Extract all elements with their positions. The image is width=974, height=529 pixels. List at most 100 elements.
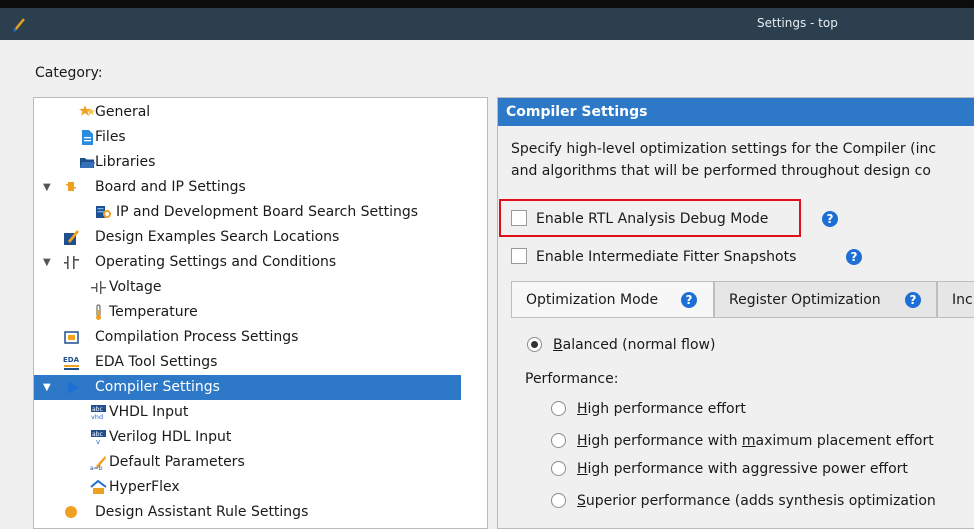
top-strip (0, 0, 974, 8)
tab-register-optimization[interactable]: Register Optimization ? (714, 281, 937, 317)
ip-search-icon (96, 206, 111, 218)
mnemonic: S (577, 493, 586, 509)
radio-button[interactable] (551, 433, 566, 448)
tree-item-label: Compiler Settings (95, 379, 220, 395)
tree-item-default-parameters[interactable]: a=b Default Parameters (34, 450, 487, 475)
help-icon[interactable]: ? (681, 292, 697, 308)
svg-text:abc: abc (92, 431, 103, 438)
tree-item-label: HyperFlex (109, 479, 180, 495)
help-icon[interactable]: ? (905, 292, 921, 308)
design-assistant-icon (65, 506, 77, 518)
tab-incremental[interactable]: Inc (937, 281, 974, 317)
tree-item-label: Voltage (109, 279, 162, 295)
board-ip-icon (66, 182, 76, 191)
radio-button[interactable] (551, 401, 566, 416)
radio-label-text: igh performance with (587, 433, 742, 449)
tree-item-verilog-input[interactable]: abc v Verilog HDL Input (34, 425, 487, 450)
radio-label: High performance effort (577, 397, 746, 421)
tab-label: Optimization Mode (526, 292, 659, 308)
eda-icon: EDA (63, 356, 80, 370)
tree-item-label: VHDL Input (109, 404, 189, 420)
thermometer-icon (96, 304, 101, 320)
tree-item-label: Compilation Process Settings (95, 329, 299, 345)
tree-item-label: Files (95, 129, 126, 145)
description-line: and algorithms that will be performed th… (511, 163, 931, 179)
radio-button[interactable] (527, 337, 542, 352)
tree-item-operating-conditions[interactable]: ▼ Operating Settings and Conditions (34, 250, 487, 275)
window-title: Settings - top (757, 16, 838, 30)
tree-item-design-assistant[interactable]: Design Assistant Rule Settings (34, 500, 487, 525)
fitter-snapshots-label: Enable Intermediate Fitter Snapshots (536, 249, 797, 265)
tab-label: Inc (952, 292, 973, 308)
tree-item-files[interactable]: Files (34, 125, 487, 150)
tree-item-temperature[interactable]: Temperature (34, 300, 487, 325)
tree-item-label: Design Examples Search Locations (95, 229, 340, 245)
tree-item-label: IP and Development Board Search Settings (116, 204, 419, 220)
mnemonic: H (577, 461, 588, 477)
tree-item-compilation-process[interactable]: Compilation Process Settings (34, 325, 487, 350)
annotation-highlight-box (499, 199, 801, 237)
hyperflex-icon (90, 479, 107, 494)
tree-item-label: Libraries (95, 154, 156, 170)
design-examples-icon (64, 230, 79, 245)
panel-description: Specify high-level optimization settings… (511, 138, 974, 182)
folder-icon (80, 158, 95, 168)
description-line: Specify high-level optimization settings… (511, 141, 937, 157)
radio-label-text: igh performance with aggressive power ef… (587, 461, 908, 477)
voltage-icon (91, 281, 106, 294)
svg-text:v: v (96, 438, 100, 446)
radio-label: Superior performance (adds synthesis opt… (577, 489, 936, 513)
tree-item-eda-tool[interactable]: EDA EDA Tool Settings (34, 350, 487, 375)
tree-item-label: Design Assistant Rule Settings (95, 504, 309, 520)
tree-item-board-ip[interactable]: ▼ Board and IP Settings (34, 175, 487, 200)
fitter-snapshots-checkbox[interactable] (511, 248, 527, 264)
tree-item-voltage[interactable]: Voltage (34, 275, 487, 300)
tree-item-label: General (95, 104, 151, 120)
chevron-down-icon[interactable]: ▼ (43, 375, 53, 400)
category-tree[interactable]: General Files Libraries ▼ Board and IP S… (33, 97, 488, 529)
tree-item-label: Verilog HDL Input (109, 429, 232, 445)
play-icon (68, 381, 79, 394)
tree-item-design-examples[interactable]: Design Examples Search Locations (34, 225, 487, 250)
radio-label-text: igh performance effort (587, 401, 746, 417)
parameters-icon: a=b (90, 456, 106, 471)
radio-label-text: uperior performance (adds synthesis opti… (585, 493, 936, 509)
mnemonic: H (577, 401, 588, 417)
star-icon (79, 105, 95, 116)
file-icon (82, 130, 93, 145)
help-icon[interactable]: ? (846, 249, 862, 265)
tree-item-ip-search[interactable]: IP and Development Board Search Settings (34, 200, 487, 225)
radio-button[interactable] (551, 493, 566, 508)
performance-label: Performance: (525, 371, 619, 387)
chevron-down-icon[interactable]: ▼ (43, 250, 53, 275)
tree-item-hyperflex[interactable]: HyperFlex (34, 475, 487, 500)
tree-item-label: Temperature (109, 304, 198, 320)
tree-item-label: Operating Settings and Conditions (95, 254, 337, 270)
tree-item-libraries[interactable]: Libraries (34, 150, 487, 175)
svg-text:abc: abc (92, 406, 103, 413)
verilog-icon: abc v (91, 430, 106, 446)
mnemonic: B (553, 337, 563, 353)
tree-item-general[interactable]: General (34, 100, 487, 125)
tree-item-compiler-settings[interactable]: ▼ Compiler Settings (34, 375, 461, 400)
tree-item-vhdl-input[interactable]: abc vhd VHDL Input (34, 400, 487, 425)
radio-label: High performance with aggressive power e… (577, 457, 908, 481)
tab-label: Register Optimization (729, 292, 881, 308)
tree-item-label: EDA Tool Settings (95, 354, 218, 370)
svg-text:a=b: a=b (90, 465, 103, 471)
svg-text:EDA: EDA (63, 356, 80, 364)
tree-item-label: Default Parameters (109, 454, 245, 470)
category-label: Category: (35, 65, 103, 81)
radio-label-text: alanced (normal flow) (562, 337, 716, 353)
compilation-process-icon (64, 331, 79, 344)
help-icon[interactable]: ? (822, 211, 838, 227)
radio-label-text: aximum placement effort (755, 433, 934, 449)
chevron-down-icon[interactable]: ▼ (43, 175, 53, 200)
radio-button[interactable] (551, 461, 566, 476)
tab-optimization-mode[interactable]: Optimization Mode ? (511, 281, 714, 318)
svg-text:vhd: vhd (91, 413, 103, 421)
operating-conditions-icon (64, 256, 79, 269)
tree-item-label: Board and IP Settings (95, 179, 246, 195)
vhdl-icon: abc vhd (91, 405, 106, 421)
panel-header: Compiler Settings (498, 98, 974, 126)
